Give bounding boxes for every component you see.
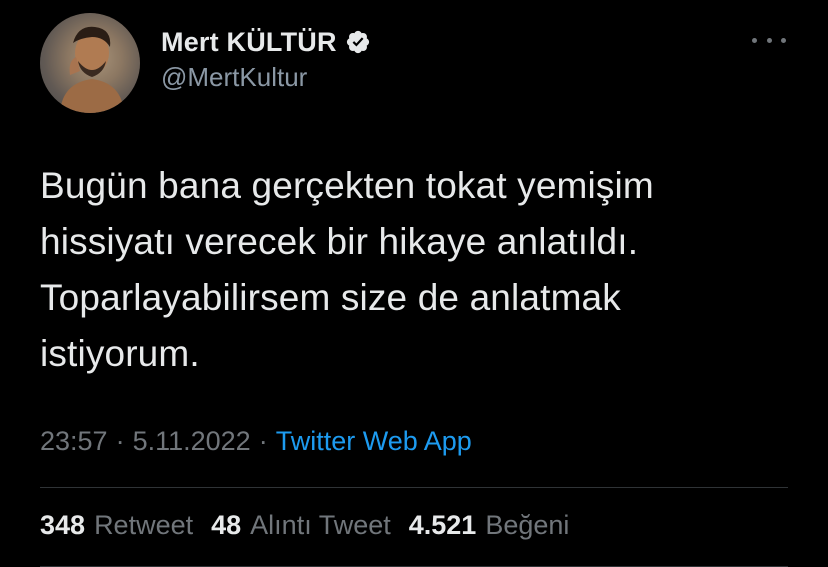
retweet-count: 348 bbox=[40, 510, 86, 540]
like-stat[interactable]: 4.521 Beğeni bbox=[409, 510, 570, 541]
more-dot-icon bbox=[766, 37, 772, 43]
quote-stat[interactable]: 48 Alıntı Tweet bbox=[211, 510, 391, 541]
profile-photo-icon bbox=[40, 13, 140, 113]
retweet-label: Retweet bbox=[94, 510, 194, 540]
display-name-row: Mert KÜLTÜR bbox=[161, 24, 371, 60]
tweet-detail: Mert KÜLTÜR @MertKultur Bugün bana gerçe… bbox=[0, 0, 828, 567]
retweet-stat[interactable]: 348 Retweet bbox=[40, 510, 193, 541]
more-dot-icon bbox=[781, 37, 786, 43]
meta-separator: · bbox=[258, 426, 268, 456]
tweet-meta: 23:57 · 5.11.2022 · Twitter Web App bbox=[40, 426, 472, 457]
display-name[interactable]: Mert KÜLTÜR bbox=[161, 27, 337, 58]
divider bbox=[40, 487, 788, 488]
tweet-stats: 348 Retweet 48 Alıntı Tweet 4.521 Beğeni bbox=[40, 510, 587, 541]
more-dot-icon bbox=[752, 37, 757, 43]
quote-label: Alıntı Tweet bbox=[250, 510, 391, 540]
more-horizontal-icon[interactable] bbox=[752, 30, 786, 50]
handle[interactable]: @MertKultur bbox=[161, 62, 371, 93]
like-count: 4.521 bbox=[408, 510, 477, 540]
avatar[interactable] bbox=[40, 13, 140, 113]
tweet-source-link[interactable]: Twitter Web App bbox=[276, 426, 472, 457]
tweet-time[interactable]: 23:57 bbox=[40, 426, 108, 457]
like-label: Beğeni bbox=[485, 510, 570, 540]
verified-badge-icon bbox=[345, 29, 371, 55]
tweet-text: Bugün bana gerçekten tokat yemişim hissi… bbox=[40, 165, 654, 374]
author-block[interactable]: Mert KÜLTÜR @MertKultur bbox=[161, 24, 371, 93]
meta-separator: · bbox=[115, 426, 125, 456]
tweet-date[interactable]: 5.11.2022 bbox=[133, 426, 251, 457]
quote-count: 48 bbox=[211, 510, 242, 540]
